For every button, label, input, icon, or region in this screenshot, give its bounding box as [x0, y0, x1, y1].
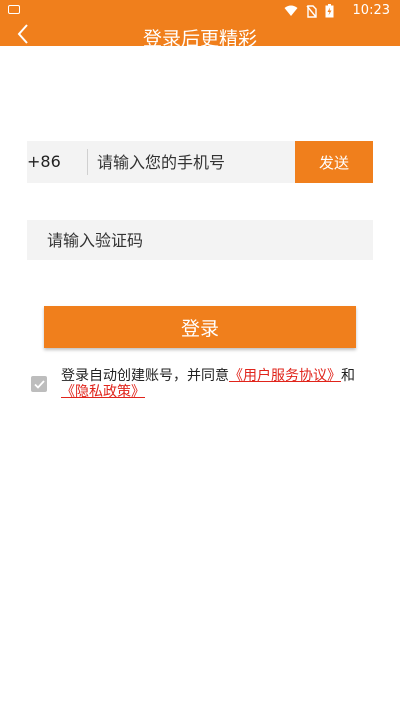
user-agreement-link[interactable]: 《用户服务协议》	[229, 368, 341, 384]
app-bar: 登录后更精彩	[0, 22, 400, 46]
phone-input[interactable]	[97, 141, 317, 183]
status-bar: 10:23	[0, 0, 400, 22]
prefix-divider	[87, 149, 88, 175]
check-icon	[33, 379, 45, 389]
no-sim-icon	[306, 4, 317, 18]
agreement-checkbox[interactable]	[31, 376, 47, 392]
code-field-row	[27, 220, 373, 260]
privacy-policy-link[interactable]: 《隐私政策》	[61, 384, 145, 400]
keyboard-icon	[8, 5, 20, 14]
verification-code-input[interactable]	[47, 220, 347, 260]
agreement-label: 登录自动创建账号，并同意	[61, 368, 229, 384]
country-code: +86	[27, 152, 61, 171]
agreement-text: 登录自动创建账号，并同意《用户服务协议》和 《隐私政策》	[61, 368, 371, 400]
login-button[interactable]: 登录	[44, 306, 356, 348]
agreement-and: 和	[341, 368, 355, 384]
phone-field-row: +86 发送	[27, 141, 373, 183]
battery-icon	[325, 4, 334, 18]
status-time: 10:23	[352, 3, 390, 18]
send-code-button[interactable]: 发送	[295, 141, 373, 183]
wifi-icon	[284, 5, 298, 16]
page-title: 登录后更精彩	[142, 28, 257, 46]
